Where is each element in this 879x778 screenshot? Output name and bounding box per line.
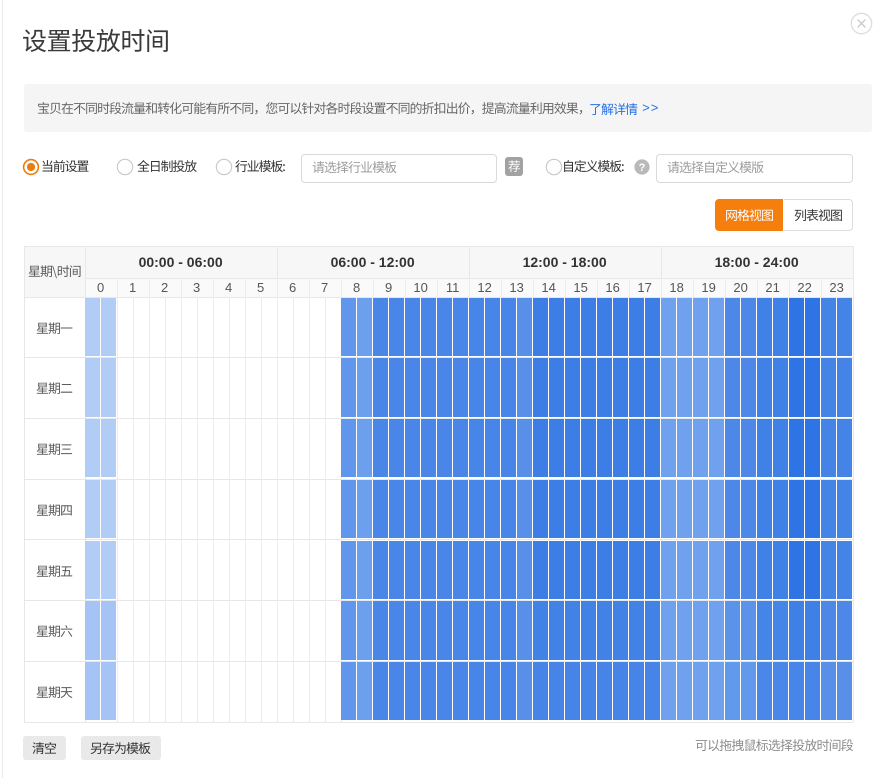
svg-text:?: ?	[638, 161, 645, 173]
